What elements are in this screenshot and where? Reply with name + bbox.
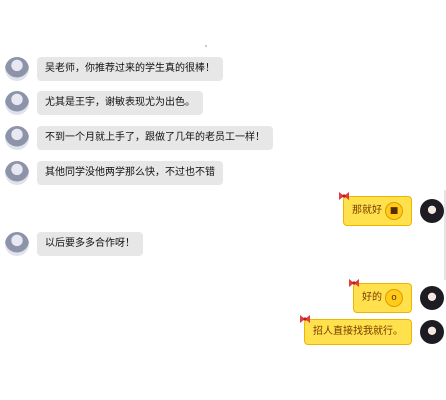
contact-avatar[interactable] (5, 161, 29, 185)
message-bubble: 招人直接找我就行。 (300, 315, 412, 345)
message-bubble: 那就好 ■ (339, 192, 412, 226)
contact-avatar[interactable] (5, 232, 29, 256)
user-avatar[interactable] (420, 199, 444, 223)
message-bubble: 不到一个月就上手了，跟做了几年的老员工一样！ (37, 126, 273, 150)
contact-avatar[interactable] (5, 126, 29, 150)
bow-icon (300, 315, 310, 323)
decorative-dot (205, 45, 207, 47)
message-text: 好的 (362, 292, 382, 303)
message-row: 不到一个月就上手了，跟做了几年的老员工一样！ (5, 126, 273, 150)
message-bubble: 好的 o (349, 279, 412, 313)
message-bubble: 吴老师，你推荐过来的学生真的很棒！ (37, 57, 223, 81)
message-text: 那就好 (352, 205, 382, 216)
contact-avatar[interactable] (5, 91, 29, 115)
message-bubble: 其他同学没他两学那么快，不过也不错 (37, 161, 223, 185)
surprised-emoji-icon: o (385, 289, 403, 307)
message-row: 以后要多多合作呀！ (5, 232, 143, 256)
message-bubble: 尤其是王宇，谢敏表现尤为出色。 (37, 91, 203, 115)
message-bubble: 以后要多多合作呀！ (37, 232, 143, 256)
contact-avatar[interactable] (5, 57, 29, 81)
message-row: 招人直接找我就行。 (300, 315, 444, 345)
sunglasses-emoji-icon: ■ (385, 202, 403, 220)
message-row: 尤其是王宇，谢敏表现尤为出色。 (5, 91, 203, 115)
message-row: 好的 o (349, 279, 444, 313)
user-avatar[interactable] (420, 286, 444, 310)
user-avatar[interactable] (420, 320, 444, 344)
message-row: 吴老师，你推荐过来的学生真的很棒！ (5, 57, 223, 81)
bow-icon (349, 279, 359, 287)
message-row: 其他同学没他两学那么快，不过也不错 (5, 161, 223, 185)
message-text: 招人直接找我就行。 (313, 326, 403, 337)
message-row: 那就好 ■ (339, 192, 444, 226)
bow-icon (339, 192, 349, 200)
